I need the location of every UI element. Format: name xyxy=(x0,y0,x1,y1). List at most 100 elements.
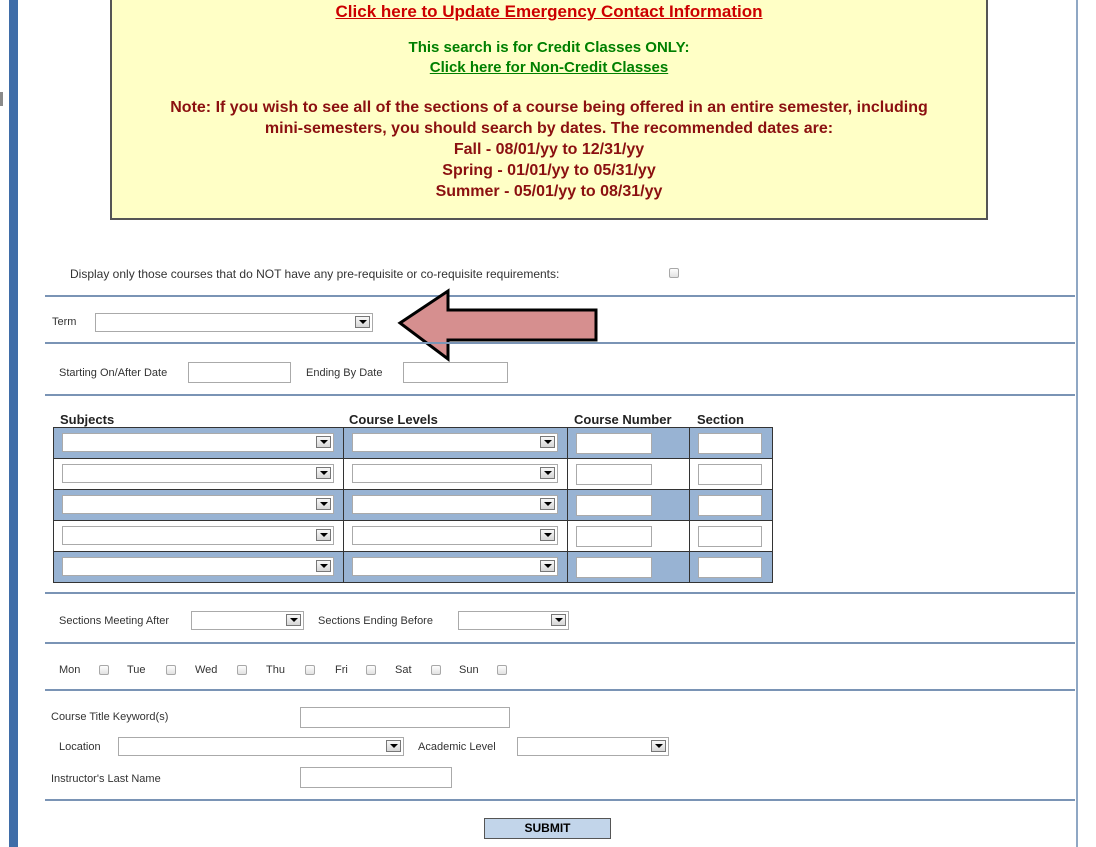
section-input[interactable] xyxy=(698,495,762,516)
arrow-shape xyxy=(397,288,598,362)
day-label-tue: Tue xyxy=(127,664,146,676)
column-divider xyxy=(567,428,568,582)
day-checkbox-fri[interactable] xyxy=(366,665,376,675)
instructor-input[interactable] xyxy=(300,767,452,788)
course-criteria-table xyxy=(53,427,773,583)
note-line-2: mini-semesters, you should search by dat… xyxy=(264,120,834,137)
course-levels-header: Course Levels xyxy=(349,412,438,427)
keyword-label: Course Title Keyword(s) xyxy=(51,711,169,723)
term-label: Term xyxy=(52,316,77,328)
start-date-input[interactable] xyxy=(188,362,291,383)
subject-select[interactable] xyxy=(62,464,334,483)
course-level-select[interactable] xyxy=(352,495,558,514)
subject-select[interactable] xyxy=(62,557,334,576)
course-number-input[interactable] xyxy=(576,464,652,485)
course-level-select[interactable] xyxy=(352,464,558,483)
divider xyxy=(45,689,1075,691)
chevron-down-icon xyxy=(651,740,666,752)
divider xyxy=(45,642,1075,644)
section-input[interactable] xyxy=(698,526,762,547)
course-number-input[interactable] xyxy=(576,557,652,578)
academic-level-label: Academic Level xyxy=(418,741,496,753)
chevron-down-icon xyxy=(540,560,555,572)
course-number-input[interactable] xyxy=(576,433,652,454)
ending-before-select[interactable] xyxy=(458,611,569,630)
day-checkbox-sat[interactable] xyxy=(431,665,441,675)
column-divider xyxy=(689,428,690,582)
end-date-input[interactable] xyxy=(403,362,508,383)
ending-before-label: Sections Ending Before xyxy=(318,615,433,627)
subject-select[interactable] xyxy=(62,526,334,545)
chevron-down-icon xyxy=(540,436,555,448)
chevron-down-icon xyxy=(540,529,555,541)
right-border xyxy=(1076,0,1078,847)
chevron-down-icon xyxy=(355,316,370,328)
course-level-select[interactable] xyxy=(352,433,558,452)
chevron-down-icon xyxy=(316,529,331,541)
left-accent-bar xyxy=(9,0,18,847)
column-divider xyxy=(343,428,344,582)
left-edge-marker xyxy=(0,92,3,106)
course-number-header: Course Number xyxy=(574,412,672,427)
prereq-label: Display only those courses that do NOT h… xyxy=(70,267,560,281)
summer-dates: Summer - 05/01/yy to 08/31/yy xyxy=(435,183,663,200)
section-input[interactable] xyxy=(698,433,762,454)
notice-box: Click here to Update Emergency Contact I… xyxy=(110,0,988,220)
course-level-select[interactable] xyxy=(352,557,558,576)
table-row xyxy=(54,459,772,490)
credit-only-text: This search is for Credit Classes ONLY: xyxy=(408,39,690,56)
submit-button[interactable]: SUBMIT xyxy=(484,818,611,839)
divider xyxy=(45,342,1075,344)
section-header: Section xyxy=(697,412,744,427)
location-select[interactable] xyxy=(118,737,404,756)
spring-dates: Spring - 01/01/yy to 05/31/yy xyxy=(442,162,656,179)
course-number-input[interactable] xyxy=(576,526,652,547)
chevron-down-icon xyxy=(316,467,331,479)
chevron-down-icon xyxy=(540,498,555,510)
table-row xyxy=(54,428,772,459)
day-label-thu: Thu xyxy=(266,664,285,676)
prereq-checkbox[interactable] xyxy=(669,268,679,278)
start-date-label: Starting On/After Date xyxy=(59,367,168,379)
divider xyxy=(45,394,1075,396)
course-level-select[interactable] xyxy=(352,526,558,545)
subject-select[interactable] xyxy=(62,433,334,452)
chevron-down-icon xyxy=(540,467,555,479)
divider xyxy=(45,592,1075,594)
section-input[interactable] xyxy=(698,464,762,485)
divider xyxy=(45,799,1075,801)
chevron-down-icon xyxy=(316,436,331,448)
emergency-contact-link[interactable]: Click here to Update Emergency Contact I… xyxy=(112,2,986,22)
day-label-mon: Mon xyxy=(59,664,81,676)
note-line-1: Note: If you wish to see all of the sect… xyxy=(170,99,928,116)
meeting-after-select[interactable] xyxy=(191,611,304,630)
meeting-after-label: Sections Meeting After xyxy=(59,615,170,627)
instructor-label: Instructor's Last Name xyxy=(51,773,161,785)
day-label-sun: Sun xyxy=(459,664,479,676)
day-label-sat: Sat xyxy=(395,664,412,676)
day-checkbox-thu[interactable] xyxy=(305,665,315,675)
section-input[interactable] xyxy=(698,557,762,578)
day-label-fri: Fri xyxy=(335,664,348,676)
term-select[interactable] xyxy=(95,313,373,332)
noncredit-classes-link[interactable]: Click here for Non-Credit Classes xyxy=(430,59,668,76)
location-label: Location xyxy=(59,741,101,753)
day-checkbox-sun[interactable] xyxy=(497,665,507,675)
chevron-down-icon xyxy=(316,498,331,510)
day-checkbox-mon[interactable] xyxy=(99,665,109,675)
day-checkbox-tue[interactable] xyxy=(166,665,176,675)
subjects-header: Subjects xyxy=(60,412,115,427)
chevron-down-icon xyxy=(551,614,566,626)
academic-level-select[interactable] xyxy=(517,737,669,756)
fall-dates: Fall - 08/01/yy to 12/31/yy xyxy=(453,141,645,158)
subject-select[interactable] xyxy=(62,495,334,514)
left-arrow-annotation xyxy=(397,288,598,362)
day-checkbox-wed[interactable] xyxy=(237,665,247,675)
end-date-label: Ending By Date xyxy=(306,367,383,379)
course-number-input[interactable] xyxy=(576,495,652,516)
keyword-input[interactable] xyxy=(300,707,510,728)
chevron-down-icon xyxy=(386,740,401,752)
table-row xyxy=(54,490,772,521)
chevron-down-icon xyxy=(286,614,301,626)
chevron-down-icon xyxy=(316,560,331,572)
